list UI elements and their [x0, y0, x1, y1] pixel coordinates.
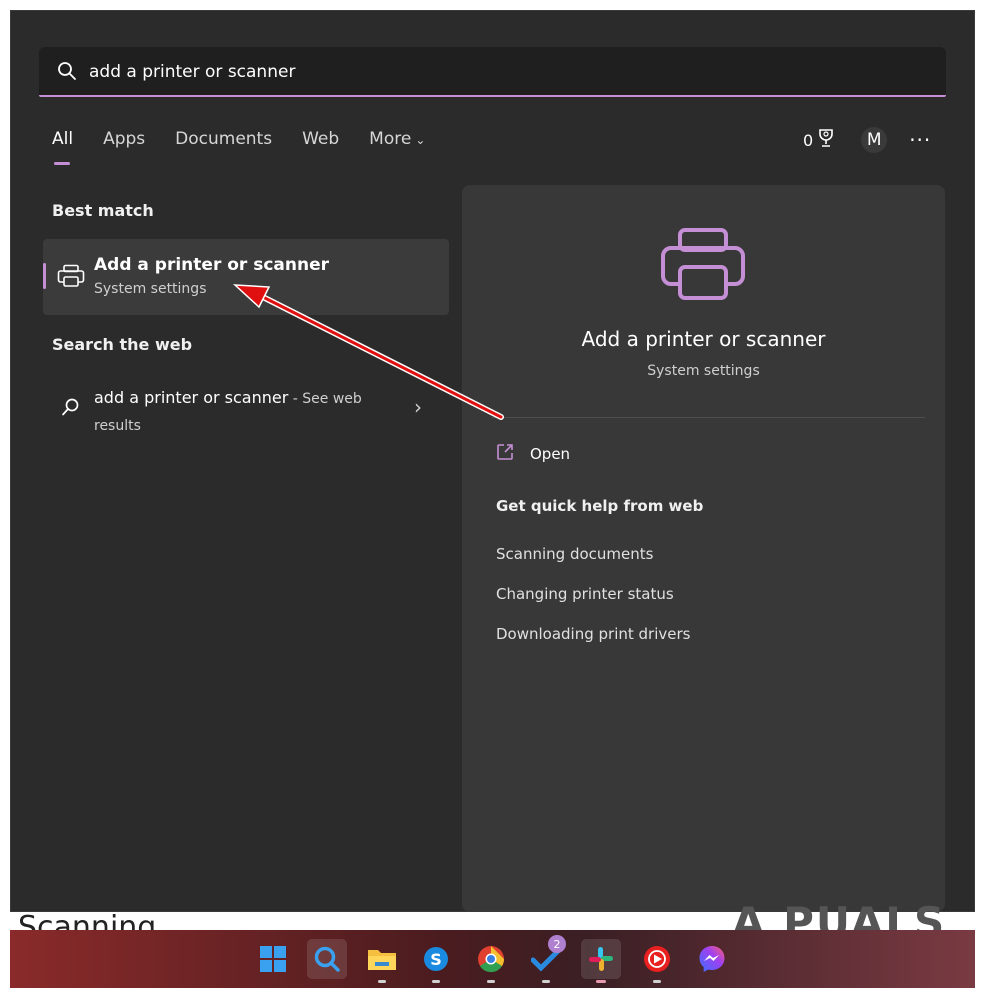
skype-icon: S: [424, 947, 448, 971]
search-icon: [314, 946, 340, 972]
running-indicator: [653, 980, 661, 983]
search-taskbar-button[interactable]: [307, 939, 347, 979]
running-indicator: [432, 980, 440, 983]
todo-button[interactable]: 2: [526, 935, 566, 983]
chrome-button[interactable]: [471, 939, 511, 983]
slack-icon: [589, 947, 613, 971]
windows-icon: [260, 946, 286, 972]
start-search-window: All Apps Documents Web More⌄ 0 M ··· Bes…: [10, 10, 975, 912]
svg-text:S: S: [430, 950, 442, 969]
folder-icon: [368, 950, 396, 970]
file-explorer-button[interactable]: [362, 939, 402, 983]
skype-button[interactable]: S: [416, 939, 456, 983]
chrome-icon: [478, 946, 505, 973]
running-indicator: [542, 980, 550, 983]
running-indicator: [378, 980, 386, 983]
start-button[interactable]: [253, 939, 293, 979]
messenger-icon: [699, 946, 725, 972]
messenger-button[interactable]: [692, 939, 732, 979]
youtube-music-icon: [644, 946, 670, 972]
youtube-music-button[interactable]: [637, 939, 677, 983]
notification-badge: 2: [548, 935, 566, 953]
slack-button[interactable]: [581, 939, 621, 983]
running-indicator: [596, 980, 606, 983]
annotation-arrow: [232, 284, 504, 420]
taskbar: S 2: [10, 930, 975, 988]
running-indicator: [487, 980, 495, 983]
